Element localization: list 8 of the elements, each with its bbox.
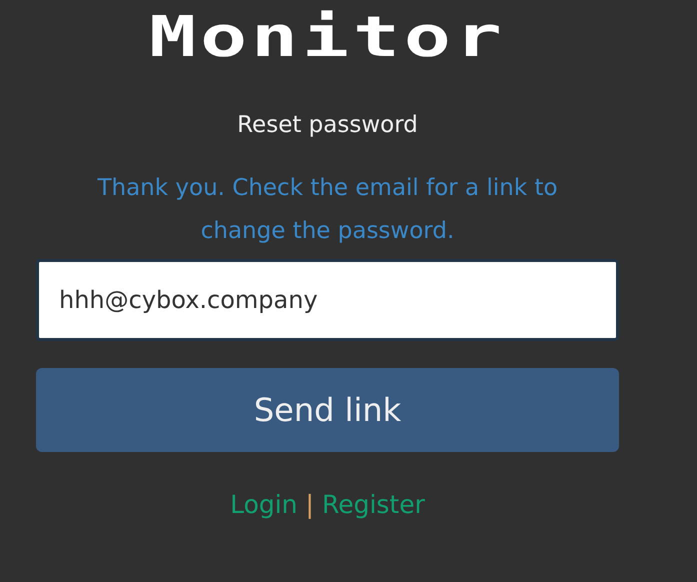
nav-link[interactable]: Login	[230, 486, 298, 523]
page-heading: Reset password	[236, 111, 419, 140]
confirmation-message: Thank you. Check the email for a link to change the password.	[96, 174, 559, 246]
link-separator: |	[306, 488, 314, 521]
logo: Monitor	[149, 8, 506, 56]
email-field[interactable]: hhh@cybox.company	[36, 258, 619, 340]
nav-link[interactable]: Register	[322, 486, 425, 523]
send-link-button[interactable]: Send link	[36, 368, 619, 452]
